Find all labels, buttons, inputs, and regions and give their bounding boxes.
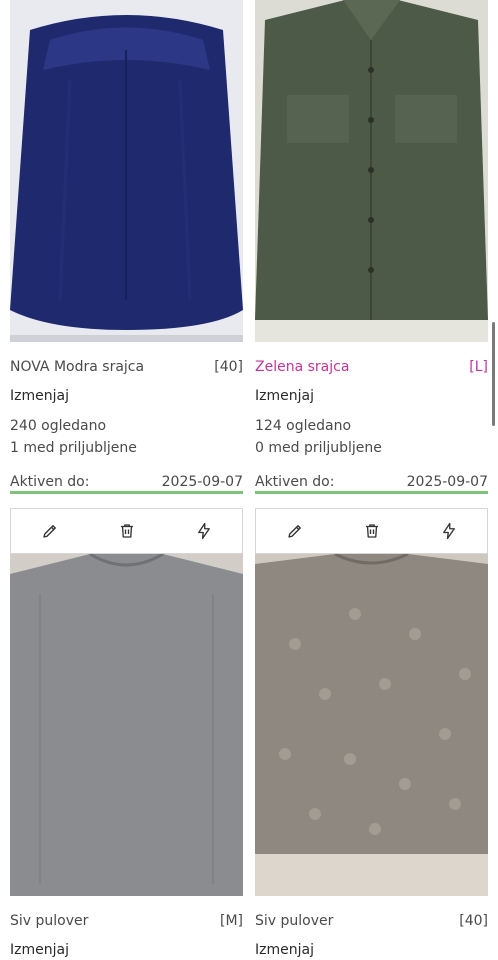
active-until: Aktiven do: 2025-09-07	[255, 474, 488, 494]
delete-button[interactable]	[352, 511, 392, 551]
bobble-sweater-image	[255, 554, 488, 896]
lightning-icon	[442, 522, 455, 540]
edit-button[interactable]	[275, 511, 315, 551]
active-label: Aktiven do:	[255, 474, 335, 490]
favorites-count: 1 med priljubljene	[10, 440, 137, 456]
listing-photo[interactable]	[10, 0, 243, 342]
green-shirt-image	[255, 0, 488, 342]
views-count: 240 ogledano	[10, 418, 107, 434]
listing-title[interactable]: Siv pulover	[10, 913, 88, 929]
listing-photo[interactable]	[255, 0, 488, 342]
listing-card: NOVA Modra srajca [40] Izmenjaj 240 ogle…	[10, 0, 243, 494]
trash-icon	[365, 524, 378, 538]
edit-link[interactable]: Izmenjaj	[255, 942, 488, 958]
pencil-icon	[42, 525, 56, 538]
listing-size: [M]	[219, 913, 243, 929]
blue-shirt-image	[10, 0, 243, 342]
edit-button[interactable]	[30, 511, 70, 551]
views-count: 124 ogledano	[255, 418, 352, 434]
active-until: Aktiven do: 2025-09-07	[10, 474, 243, 494]
listing-title[interactable]: NOVA Modra srajca	[10, 359, 144, 375]
listing-card: Zelena srajca [L] Izmenjaj 124 ogledano …	[255, 0, 488, 494]
boost-button[interactable]	[429, 511, 469, 551]
listing-card: Siv pulover [M] Izmenjaj	[10, 508, 243, 958]
active-date: 2025-09-07	[161, 474, 243, 490]
scrollbar[interactable]	[492, 322, 495, 426]
listing-title[interactable]: Zelena srajca	[255, 359, 349, 375]
edit-link[interactable]: Izmenjaj	[255, 388, 488, 404]
listing-photo[interactable]	[10, 554, 243, 896]
edit-link[interactable]: Izmenjaj	[10, 388, 243, 404]
active-label: Aktiven do:	[10, 474, 90, 490]
listing-size: [40]	[214, 359, 243, 375]
trash-icon	[120, 524, 133, 538]
listing-size: [40]	[459, 913, 488, 929]
edit-link[interactable]: Izmenjaj	[10, 942, 243, 958]
favorites-count: 0 med priljubljene	[255, 440, 382, 456]
delete-button[interactable]	[107, 511, 147, 551]
pencil-icon	[287, 525, 301, 538]
listing-photo[interactable]	[255, 554, 488, 896]
listing-toolbar	[255, 508, 488, 554]
listing-card: Siv pulover [40] Izmenjaj	[255, 508, 488, 958]
listing-toolbar	[10, 508, 243, 554]
listing-size: [L]	[469, 359, 488, 375]
lightning-icon	[197, 522, 210, 540]
listing-title[interactable]: Siv pulover	[255, 913, 333, 929]
grey-sweater-image	[10, 554, 243, 896]
boost-button[interactable]	[184, 511, 224, 551]
active-date: 2025-09-07	[406, 474, 488, 490]
